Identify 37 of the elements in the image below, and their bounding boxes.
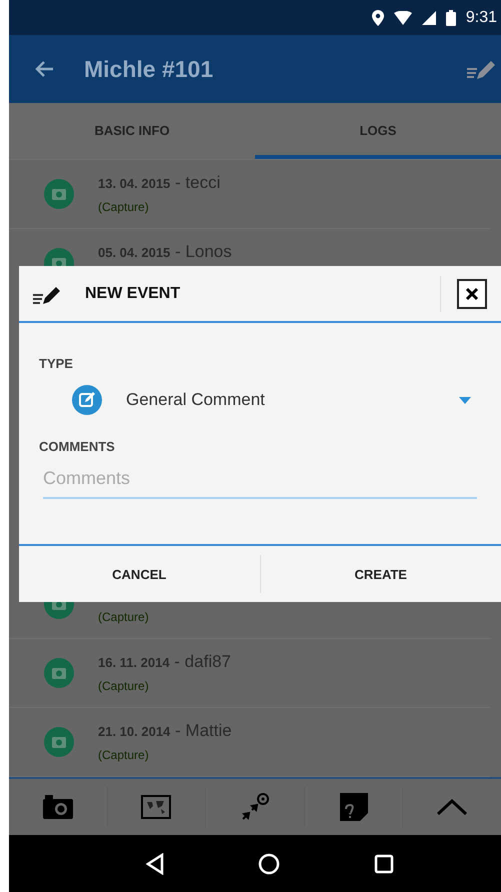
home-icon[interactable] xyxy=(258,852,280,874)
signal-icon xyxy=(422,10,436,24)
dropdown-caret-icon xyxy=(459,396,471,404)
camera-icon xyxy=(44,658,74,688)
dialog-button[interactable]: CREATE xyxy=(260,546,501,602)
back-icon[interactable] xyxy=(146,852,164,874)
close-icon xyxy=(465,286,479,300)
arrows-target-icon xyxy=(240,792,270,822)
comments-label: COMMENTS xyxy=(39,439,116,454)
recents-icon[interactable] xyxy=(374,854,394,874)
log-title: 21. 10. 2014 - Mattie xyxy=(98,721,232,742)
back-arrow-icon[interactable] xyxy=(34,60,54,78)
battery-icon xyxy=(446,10,456,26)
log-type: (Capture) xyxy=(98,679,150,693)
type-dropdown[interactable]: General Comment xyxy=(39,383,477,417)
wifi-icon xyxy=(394,10,412,24)
dialog-title: NEW EVENT xyxy=(85,284,182,302)
app-title: Michle #101 xyxy=(84,56,214,82)
camera-icon xyxy=(44,179,74,209)
camera-icon xyxy=(44,727,74,757)
chevron-up-icon xyxy=(437,799,468,815)
log-title: 05. 04. 2015 - Lonos xyxy=(98,242,232,263)
edit-icon xyxy=(72,385,102,415)
log-title: 16. 11. 2014 - dafi87 xyxy=(98,652,232,673)
log-type: (Capture) xyxy=(98,610,149,624)
map-icon xyxy=(141,795,172,819)
comments-field[interactable]: Comments xyxy=(43,464,477,499)
status-time: 9:31 xyxy=(466,8,497,26)
type-label: TYPE xyxy=(39,356,74,371)
camera-icon xyxy=(42,795,73,819)
question-note-icon xyxy=(340,793,368,821)
log-type: (Capture) xyxy=(98,200,150,214)
dialog-button[interactable]: CANCEL xyxy=(19,546,260,602)
close-button[interactable] xyxy=(457,278,487,308)
log-title: 13. 04. 2015 - tecci xyxy=(98,173,220,194)
location-icon xyxy=(372,10,384,26)
log-type: (Capture) xyxy=(98,748,150,762)
